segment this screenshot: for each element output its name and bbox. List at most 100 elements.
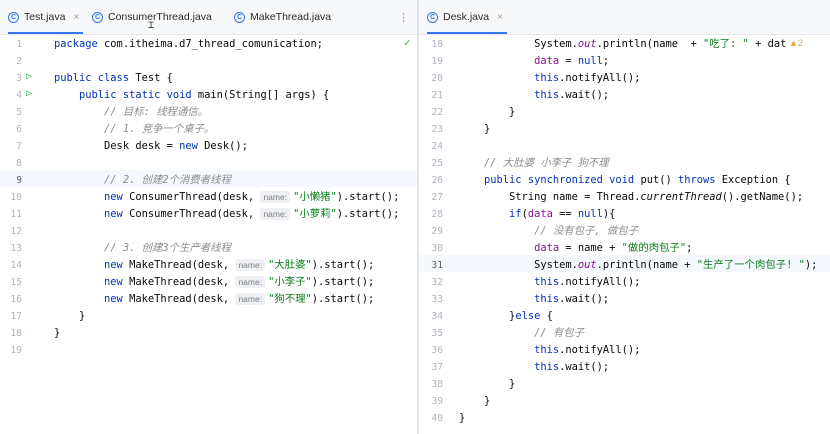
code-token: // 3. 创建3个生产者线程 xyxy=(104,242,231,254)
code-token: "小懒猪" xyxy=(293,191,337,203)
tab-desk-java[interactable]: C Desk.java × xyxy=(427,0,507,34)
code-token: ).start(); xyxy=(336,208,400,220)
code-token: ){ xyxy=(602,208,616,220)
code-token: } xyxy=(459,378,516,390)
code-token: public static void xyxy=(79,89,198,101)
line-number: 10 xyxy=(10,192,22,203)
line-number: 31 xyxy=(431,260,443,271)
code-token: ).start(); xyxy=(336,191,400,203)
code-token: = xyxy=(559,55,578,67)
run-icon[interactable]: ▷ xyxy=(26,71,32,82)
code-token: System. xyxy=(459,259,578,271)
tab-label: Test.java xyxy=(24,11,66,23)
right-editor-pane: C Desk.java × 18 19 20 21 22 23 24 25 26 27 28 29 30… xyxy=(419,0,830,434)
code-token: throws xyxy=(677,174,722,186)
line-number: 13 xyxy=(10,243,22,254)
line-number: 30 xyxy=(431,243,443,254)
code-token: new xyxy=(104,293,130,305)
tab-test-java[interactable]: C Test.java × xyxy=(8,0,84,34)
line-number: 26 xyxy=(431,175,443,186)
line-number: 25 xyxy=(431,158,443,169)
warning-icon: ▲ xyxy=(789,38,798,48)
code-token: // 目标: 线程通信。 xyxy=(104,106,209,118)
code-token: // 大肚婆 小李子 狗不理 xyxy=(484,157,609,169)
code-token: = name + xyxy=(559,242,622,254)
line-number: 4 xyxy=(16,90,22,101)
code-line: public synchronized void put() throws Ex… xyxy=(459,172,791,189)
code-line: this.wait(); xyxy=(459,359,609,376)
code-token: MakeThread(desk, xyxy=(129,259,236,271)
code-token: // 有包子 xyxy=(534,327,585,339)
line-number: 5 xyxy=(16,107,22,118)
code-token: this xyxy=(534,344,560,356)
code-line: this.notifyAll(); xyxy=(459,342,640,359)
code-line: } xyxy=(459,376,515,393)
code-line: public static void main(String[] args) { xyxy=(54,87,329,104)
code-token: } xyxy=(54,310,86,322)
code-token: MakeThread(desk, xyxy=(129,293,236,305)
tab-makethread-java[interactable]: C MakeThread.java xyxy=(234,0,331,34)
line-number: 38 xyxy=(431,379,443,390)
close-icon[interactable]: × xyxy=(497,12,503,23)
code-token: ); xyxy=(804,259,818,271)
line-number: 39 xyxy=(431,396,443,407)
line-number: 16 xyxy=(10,294,22,305)
code-token: System. xyxy=(459,38,578,50)
warning-indicator[interactable]: ▲2 xyxy=(789,38,803,48)
code-token: == xyxy=(552,208,578,220)
line-number: 22 xyxy=(431,107,443,118)
code-token: null xyxy=(577,208,603,220)
code-token: String name = Thread. xyxy=(459,191,641,203)
code-token: "吃了: " xyxy=(703,38,749,50)
code-token: .notifyAll(); xyxy=(559,344,641,356)
line-number: 14 xyxy=(10,260,22,271)
line-number: 2 xyxy=(16,56,22,67)
left-editor-pane: C Test.java × C ConsumerThread.java C Ma… xyxy=(0,0,417,434)
code-line: new ConsumerThread(desk, name: "小懒猪").sta… xyxy=(54,189,399,206)
tab-label: MakeThread.java xyxy=(250,11,332,23)
code-line: if(data == null){ xyxy=(459,206,615,223)
code-line: // 没有包子, 做包子 xyxy=(459,223,638,240)
code-token: com.itheima.d7_thread_comunication; xyxy=(104,38,323,50)
line-number: 34 xyxy=(431,311,443,322)
code-line: String name = Thread.currentThread().get… xyxy=(459,189,803,206)
code-token: ConsumerThread(desk, xyxy=(129,191,261,203)
code-line: new MakeThread(desk, name: "狗不理").start()… xyxy=(54,291,374,308)
code-line: this.notifyAll(); xyxy=(459,70,640,87)
code-line: new MakeThread(desk, name: "大肚婆").start()… xyxy=(54,257,374,274)
code-token: MakeThread(desk, xyxy=(129,276,236,288)
line-number: 7 xyxy=(16,141,22,152)
code-line: Desk desk = new Desk(); xyxy=(54,138,248,155)
code-token: "大肚婆" xyxy=(268,259,312,271)
code-token: "小李子" xyxy=(268,276,312,288)
parameter-hint: name: xyxy=(235,259,266,271)
code-line: this.wait(); xyxy=(459,87,609,104)
warning-count: 2 xyxy=(797,38,803,48)
code-line: } xyxy=(54,325,60,342)
more-menu-icon[interactable]: ⋮ xyxy=(398,11,409,24)
line-number: 1 xyxy=(16,39,22,50)
run-icon[interactable]: ▷ xyxy=(26,88,32,99)
code-token: .notifyAll(); xyxy=(559,72,641,84)
code-token: .wait(); xyxy=(559,293,610,305)
close-icon[interactable]: × xyxy=(73,12,79,23)
line-number: 37 xyxy=(431,362,443,373)
line-number: 24 xyxy=(431,141,443,152)
code-token: put() xyxy=(640,174,678,186)
line-number: 17 xyxy=(10,311,22,322)
line-number: 9 xyxy=(16,175,22,186)
line-number: 28 xyxy=(431,209,443,220)
code-line: // 目标: 线程通信。 xyxy=(54,104,208,121)
parameter-hint: name: xyxy=(235,293,266,305)
code-line: // 有包子 xyxy=(459,325,584,342)
code-token: + dat xyxy=(748,38,787,50)
